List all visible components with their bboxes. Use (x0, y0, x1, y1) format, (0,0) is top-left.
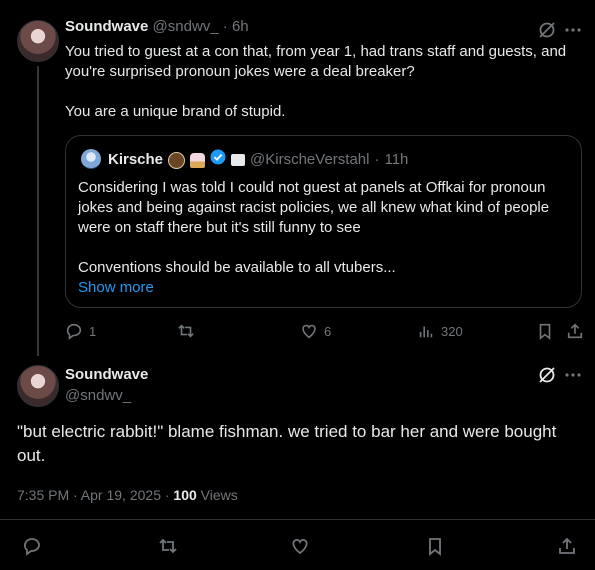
separator: · (374, 151, 380, 168)
avatar[interactable] (17, 20, 59, 62)
reply-button[interactable]: 1 (65, 322, 96, 340)
quote-text-line: jokes and being against racist policies,… (78, 199, 550, 216)
like-icon (302, 324, 316, 339)
grok-icon[interactable] (537, 365, 557, 390)
bookmark-button[interactable] (425, 536, 445, 556)
coconut-emoji-icon (168, 151, 186, 169)
cupcake-emoji-icon (190, 152, 206, 168)
share-button[interactable] (566, 322, 584, 340)
quoted-tweet[interactable]: Kirsche @KirscheVerstahl · 11h Consideri… (65, 135, 582, 308)
like-icon (292, 539, 308, 555)
tweet-text-line: You are a unique brand of stupid. (65, 103, 286, 120)
timestamp[interactable]: 7:35 PM · Apr 19, 2025 · (17, 487, 173, 503)
bookmark-button[interactable] (536, 322, 554, 340)
author-name: Kirsche (108, 151, 164, 168)
reply-header: Soundwave @sndwv_ · 6h (65, 17, 249, 37)
avatar[interactable] (17, 365, 59, 407)
separator: · (222, 18, 228, 35)
affiliate-badge-icon (231, 154, 246, 166)
tweet-text-line: You tried to guest at a con that, from y… (65, 43, 567, 60)
main-tweet-text-line: "but electric rabbit!" blame fishman. we… (17, 422, 557, 441)
reply-button[interactable] (22, 536, 42, 556)
tweet-text-line: you're surprised pronoun jokes were a de… (65, 63, 415, 80)
reply-icon (66, 323, 82, 340)
tweet-time[interactable]: 6h (232, 18, 249, 35)
avatar (81, 149, 101, 169)
author-handle: @KirscheVerstahl (250, 151, 370, 168)
retweet-icon (159, 538, 177, 554)
retweet-icon (178, 324, 194, 338)
views-icon (419, 326, 433, 338)
tweet-meta: 7:35 PM · Apr 19, 2025 · 100 Views (17, 486, 238, 504)
tweet-time: 11h (384, 151, 409, 168)
main-tweet-text: "but electric rabbit!" blame fishman. we… (17, 420, 587, 468)
bookmark-icon (539, 323, 551, 340)
author-handle[interactable]: @sndwv_ (153, 18, 219, 35)
views-button[interactable]: 320 (417, 322, 463, 340)
views-label: Views (196, 487, 238, 503)
author-name[interactable]: Soundwave (65, 365, 148, 385)
like-button[interactable]: 6 (300, 322, 331, 340)
like-button[interactable] (290, 536, 310, 556)
share-icon (567, 323, 583, 339)
views-count: 320 (441, 323, 463, 339)
more-icon[interactable] (564, 365, 582, 390)
quote-header: Kirsche @KirscheVerstahl · 11h (108, 149, 408, 171)
share-button[interactable] (557, 536, 577, 556)
quote-text-line: were on staff there but it's still funny… (78, 219, 361, 236)
tweet-text: You tried to guest at a con that, from y… (65, 42, 585, 122)
verified-badge-icon (210, 149, 226, 171)
retweet-button[interactable] (177, 322, 195, 340)
quote-text: Considering I was told I could not guest… (78, 178, 573, 298)
reply-count: 1 (89, 323, 97, 339)
bookmark-icon (429, 538, 441, 556)
reply-icon (24, 538, 40, 556)
show-more-link[interactable]: Show more (78, 278, 573, 298)
main-tweet-text-line: out. (17, 446, 46, 465)
quote-text-line: Considering I was told I could not guest… (78, 179, 546, 196)
quote-text-line: Conventions should be available to all v… (78, 259, 396, 276)
thread-line (37, 66, 39, 356)
like-count: 6 (324, 323, 332, 339)
views-count: 100 (173, 487, 197, 503)
retweet-button[interactable] (158, 536, 178, 556)
share-icon (559, 537, 575, 554)
divider (0, 519, 595, 520)
author-name[interactable]: Soundwave (65, 18, 148, 35)
author-handle[interactable]: @sndwv_ (65, 386, 131, 406)
